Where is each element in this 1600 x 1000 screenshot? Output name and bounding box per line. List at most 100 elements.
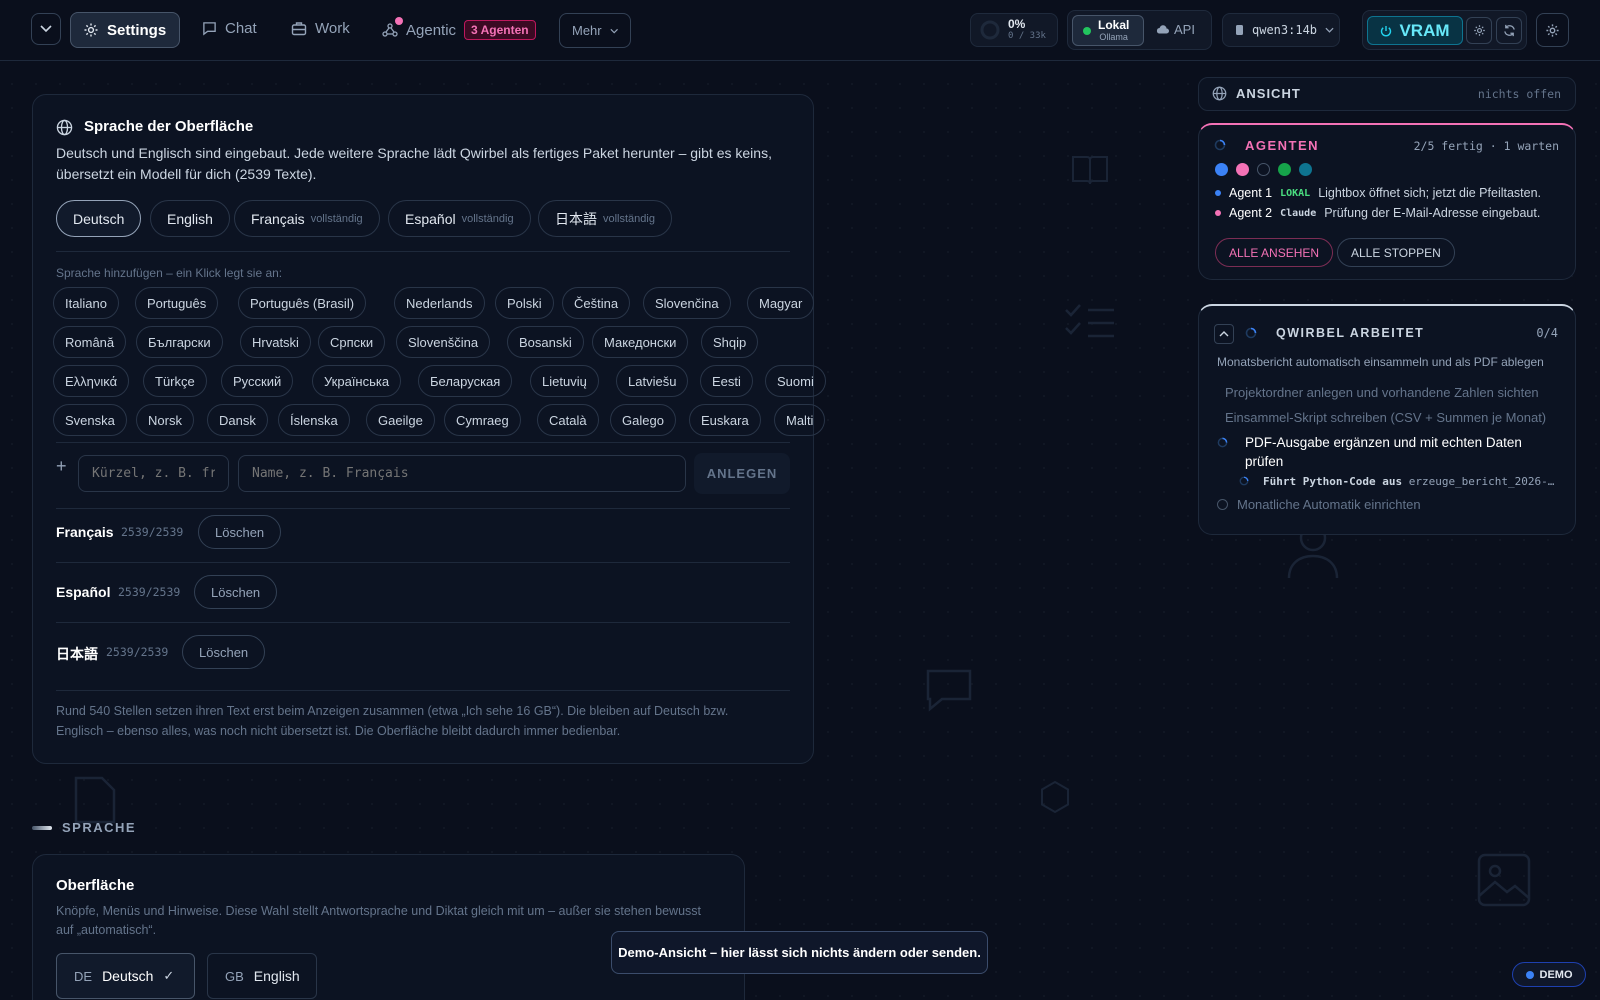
add-language-chip[interactable]: Português (Brasil) [238, 287, 367, 319]
substep-file: erzeuge_bericht_2026-… [1408, 475, 1555, 488]
note-line2: Englisch – ebenso alles, was noch nicht … [56, 724, 621, 738]
add-language-chip[interactable]: Македонски [592, 326, 689, 358]
add-language-chip[interactable]: Norsk [136, 404, 194, 436]
add-language-chip[interactable]: Svenska [53, 404, 127, 436]
notification-dot [395, 17, 403, 25]
model-name: qwen3:14b [1252, 23, 1318, 37]
tab-chat[interactable]: Chat [202, 20, 257, 37]
vram-group: VRAM [1362, 10, 1527, 50]
add-language-chip[interactable]: Українська [312, 365, 402, 397]
surface-option-deutsch[interactable]: DE Deutsch ✓ [56, 953, 195, 999]
app-settings-button[interactable] [1536, 13, 1569, 47]
hexagon-icon [1041, 780, 1069, 814]
agent-color-dot [1215, 210, 1221, 216]
add-language-chip[interactable]: Polski [495, 287, 554, 319]
agent-dot-2[interactable] [1257, 163, 1270, 176]
add-language-chip[interactable]: Português [135, 287, 219, 319]
tab-settings[interactable]: Settings [70, 12, 180, 48]
more-menu-button[interactable]: Mehr [559, 13, 631, 48]
installed-language-0[interactable]: Deutsch [56, 200, 142, 237]
language-panel: Sprache der Oberfläche Deutsch und Engli… [32, 94, 826, 764]
add-language-chip[interactable]: Galego [610, 404, 676, 436]
mode-api-button[interactable]: API [1156, 22, 1195, 37]
spinner-icon [1239, 476, 1249, 486]
demo-badge: DEMO [1512, 962, 1586, 987]
surface-option-english[interactable]: GB English [207, 953, 317, 999]
delete-pack-button[interactable]: Löschen [182, 635, 266, 669]
add-language-chip[interactable]: Cymraeg [444, 404, 521, 436]
agent-name: Agent 2 [1229, 206, 1273, 220]
delete-pack-button[interactable]: Löschen [198, 515, 282, 549]
network-icon [382, 17, 403, 38]
agent-row[interactable]: Agent 1 LOKAL Lightbox öffnet sich; jetzt … [1215, 186, 1541, 200]
installed-language-4[interactable]: 日本語 vollständig [538, 200, 672, 237]
agent-dot-0[interactable] [1215, 163, 1228, 176]
add-language-chip[interactable]: Bosanski [507, 326, 584, 358]
add-language-chip[interactable]: Hrvatski [240, 326, 311, 358]
context-usage[interactable]: 0% 0 / 33k [970, 13, 1058, 47]
language-name-input[interactable] [238, 455, 686, 492]
vram-button[interactable]: VRAM [1367, 16, 1463, 45]
pack-count: 2539/2539 [106, 645, 169, 659]
stop-all-agents-button[interactable]: ALLE STOPPEN [1337, 238, 1455, 267]
add-language-chip[interactable]: Latviešu [616, 365, 689, 397]
add-language-chip[interactable]: Dansk [207, 404, 268, 436]
demo-toast: Demo-Ansicht – hier lässt sich nichts än… [611, 931, 988, 974]
add-language-chip[interactable]: Euskara [689, 404, 761, 436]
add-language-chip[interactable]: Български [136, 326, 223, 358]
add-language-chip[interactable]: Suomi [765, 365, 826, 397]
delete-pack-button[interactable]: Löschen [194, 575, 278, 609]
agent-dot-4[interactable] [1299, 163, 1312, 176]
substep-label: Führt Python-Code aus [1263, 475, 1403, 488]
installed-language-3[interactable]: Español vollständig [388, 200, 531, 237]
add-language-chip[interactable]: Malti [774, 404, 826, 436]
add-language-chip[interactable]: Čeština [562, 287, 631, 319]
model-selector[interactable]: qwen3:14b [1222, 13, 1340, 47]
add-language-chip[interactable]: Русский [221, 365, 294, 397]
add-language-chip[interactable]: Türkçe [143, 365, 207, 397]
tab-work[interactable]: Work [291, 20, 350, 37]
add-language-chip[interactable]: Ελληνικά [53, 365, 130, 397]
installed-language-2[interactable]: Français vollständig [234, 200, 380, 237]
surface-description-line2: auf „automatisch“. [56, 923, 157, 937]
mode-local-label: Lokal [1098, 17, 1130, 32]
add-language-chip[interactable]: Català [537, 404, 599, 436]
surface-panel: Oberfläche Knöpfe, Menüs und Hinweise. D… [32, 854, 745, 1000]
add-language-chip[interactable]: Italiano [53, 287, 119, 319]
image-icon [1477, 853, 1531, 907]
add-language-chip[interactable]: Íslenska [278, 404, 350, 436]
add-language-chip[interactable]: Српски [318, 326, 386, 358]
tab-agentic[interactable]: Agentic 3 Agenten [382, 17, 536, 40]
add-language-chip[interactable]: Slovenščina [396, 326, 491, 358]
mode-local-button[interactable]: Lokal Ollama [1072, 15, 1144, 46]
collapse-work-button[interactable] [1214, 324, 1234, 344]
work-step-active-line2: prüfen [1245, 454, 1284, 469]
add-language-chip[interactable]: Беларуская [418, 365, 513, 397]
add-language-chip[interactable]: Magyar [747, 287, 815, 319]
add-language-chip[interactable]: Română [53, 326, 127, 358]
flag-code: DE [74, 968, 93, 984]
add-language-chip[interactable]: Gaeilge [366, 404, 435, 436]
collapse-button[interactable] [31, 13, 61, 45]
language-code-input[interactable] [78, 455, 229, 492]
view-panel[interactable]: ANSICHT nichts offen [1198, 77, 1576, 111]
top-bar: Settings Chat Work Agentic 3 Agenten Meh… [0, 0, 1600, 61]
create-language-button[interactable]: ANLEGEN [694, 453, 790, 494]
add-language-chip[interactable]: Nederlands [394, 287, 485, 319]
agent-dot-3[interactable] [1278, 163, 1291, 176]
language-label: 日本語 [555, 210, 597, 227]
online-dot [1083, 26, 1091, 35]
add-language-chip[interactable]: Eesti [700, 365, 753, 397]
agent-row[interactable]: Agent 2 Claude Prüfung der E-Mail-Adresse … [1215, 206, 1540, 220]
book-icon [1072, 156, 1108, 185]
view-all-agents-button[interactable]: ALLE ANSEHEN [1215, 238, 1334, 267]
add-language-chip[interactable]: Slovenčina [643, 287, 731, 319]
add-language-chip[interactable]: Shqip [701, 326, 759, 358]
agent-dot-1[interactable] [1236, 163, 1249, 176]
refresh-icon [1503, 24, 1515, 37]
installed-language-1[interactable]: English [150, 200, 230, 237]
add-language-chip[interactable]: Lietuvių [530, 365, 599, 397]
divider [56, 622, 790, 623]
refresh-button[interactable] [1496, 17, 1522, 44]
vram-settings-button[interactable] [1466, 17, 1492, 44]
